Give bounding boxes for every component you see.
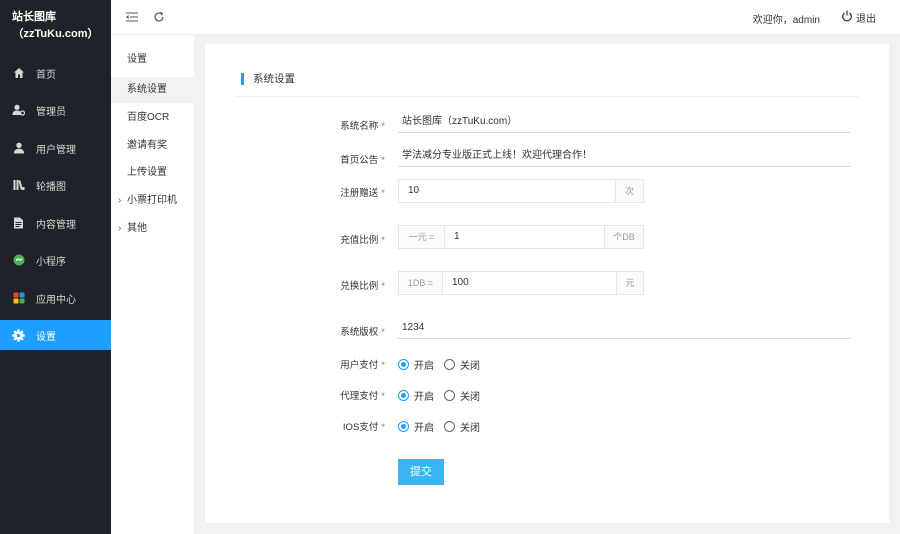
admin-user-icon	[12, 104, 25, 117]
logout-label: 退出	[856, 14, 876, 25]
recharge-ratio-suffix: 个DB	[604, 225, 644, 249]
user-pay-radio-group: 开启 关闭	[398, 357, 490, 372]
ios-pay-on-radio[interactable]: 开启	[398, 419, 434, 434]
radio-checked-icon	[398, 359, 409, 370]
sidebar-item-label: 内容管理	[36, 219, 76, 231]
submenu-item-baidu-ocr[interactable]: 百度OCR	[111, 105, 194, 131]
submenu-title: 设置	[127, 54, 147, 65]
logout-button[interactable]: 退出	[841, 10, 876, 25]
radio-unchecked-icon	[444, 421, 455, 432]
title-divider	[235, 96, 859, 97]
chevron-right-icon: ›	[118, 223, 122, 234]
user-pay-on-radio[interactable]: 开启	[398, 357, 434, 372]
sidebar-item-label: 小程序	[36, 256, 66, 268]
submenu-item-invite-reward[interactable]: 邀请有奖	[111, 133, 194, 159]
agent-pay-label: 代理支付 *	[340, 391, 385, 402]
sidebar-item-label: 管理员	[36, 106, 66, 118]
sidebar-item-admins[interactable]: 管理员	[0, 95, 111, 125]
exchange-ratio-label: 兑换比例 *	[340, 281, 385, 292]
notice-label: 首页公告 *	[340, 155, 385, 166]
brand-logo: 站长图库 （zzTuKu.com）	[0, 0, 111, 53]
sidebar-item-app-center[interactable]: 应用中心	[0, 283, 111, 313]
exchange-ratio-input[interactable]: 100	[442, 271, 617, 295]
home-icon	[12, 67, 25, 80]
radio-unchecked-icon	[444, 359, 455, 370]
sidebar-item-label: 轮播图	[36, 181, 66, 193]
ios-pay-off-radio[interactable]: 关闭	[444, 419, 480, 434]
sidebar-item-label: 应用中心	[36, 294, 76, 306]
brand-name: 站长图库	[12, 11, 56, 23]
carousel-icon	[12, 179, 25, 192]
notice-input[interactable]: 学法减分专业版正式上线！欢迎代理合作！	[398, 145, 851, 167]
user-pay-off-radio[interactable]: 关闭	[444, 357, 480, 372]
agent-pay-on-radio[interactable]: 开启	[398, 388, 434, 403]
settings-submenu: 设置 系统设置 百度OCR 邀请有奖 上传设置 › 小票打印机 › 其他	[111, 35, 194, 534]
submenu-item-system-settings[interactable]: 系统设置	[111, 77, 194, 103]
register-gift-input[interactable]: 10	[398, 179, 616, 203]
sidebar-item-home[interactable]: 首页	[0, 58, 111, 88]
register-gift-suffix: 次	[615, 179, 644, 203]
sidebar-item-carousel[interactable]: 轮播图	[0, 170, 111, 200]
recharge-ratio-label: 充值比例 *	[340, 235, 385, 246]
miniprogram-icon	[12, 254, 25, 267]
sidebar-item-content[interactable]: 内容管理	[0, 208, 111, 238]
sidebar-item-settings[interactable]: 设置	[0, 320, 111, 350]
user-icon	[12, 142, 25, 155]
gear-icon	[12, 328, 25, 342]
apps-icon	[12, 292, 25, 305]
recharge-ratio-prefix: 一元 =	[398, 225, 445, 249]
refresh-icon[interactable]	[152, 10, 166, 24]
ios-pay-label: IOS支付 *	[342, 422, 385, 433]
sidebar-item-label: 首页	[36, 69, 56, 81]
welcome-text: 欢迎你，admin	[752, 15, 820, 26]
radio-checked-icon	[398, 390, 409, 401]
chevron-right-icon: ›	[118, 195, 122, 206]
agent-pay-off-radio[interactable]: 关闭	[444, 388, 480, 403]
copyright-input[interactable]: 1234	[398, 317, 851, 339]
submenu-item-receipt-printer[interactable]: › 小票打印机	[111, 188, 194, 214]
sidebar: 站长图库 （zzTuKu.com） 首页 管理员 用户管理 轮播图 内容管理 小…	[0, 0, 111, 534]
submit-button[interactable]: 提交	[398, 459, 444, 485]
sidebar-item-miniprogram[interactable]: 小程序	[0, 245, 111, 275]
sidebar-item-label: 用户管理	[36, 144, 76, 156]
site-name-label: 系统名称 *	[340, 121, 385, 132]
brand-domain: （zzTuKu.com）	[12, 28, 99, 40]
exchange-ratio-suffix: 元	[616, 271, 644, 295]
menu-collapse-icon[interactable]	[125, 10, 139, 24]
exchange-ratio-prefix: 1DB =	[398, 271, 443, 295]
settings-card: 系统设置 系统名称 * 站长图库（zzTuKu.com） 首页公告 * 学法减分专业…	[205, 44, 889, 523]
power-icon	[841, 10, 856, 25]
submenu-item-label: 小票打印机	[127, 195, 177, 206]
agent-pay-radio-group: 开启 关闭	[398, 388, 490, 403]
sidebar-item-users[interactable]: 用户管理	[0, 133, 111, 163]
top-header: 欢迎你，admin 退出	[111, 0, 900, 35]
site-name-input[interactable]: 站长图库（zzTuKu.com）	[398, 111, 851, 133]
page-title: 系统设置	[241, 73, 295, 85]
radio-checked-icon	[398, 421, 409, 432]
recharge-ratio-input[interactable]: 1	[444, 225, 605, 249]
ios-pay-radio-group: 开启 关闭	[398, 419, 490, 434]
submenu-item-upload-settings[interactable]: 上传设置	[111, 160, 194, 186]
submenu-item-label: 其他	[127, 223, 147, 234]
sidebar-item-label: 设置	[36, 331, 56, 343]
submenu-item-other[interactable]: › 其他	[111, 216, 194, 242]
register-gift-label: 注册赠送 *	[340, 188, 385, 199]
copyright-label: 系统版权 *	[340, 327, 385, 338]
radio-unchecked-icon	[444, 390, 455, 401]
user-pay-label: 用户支付 *	[340, 360, 385, 371]
content-icon	[12, 217, 25, 230]
